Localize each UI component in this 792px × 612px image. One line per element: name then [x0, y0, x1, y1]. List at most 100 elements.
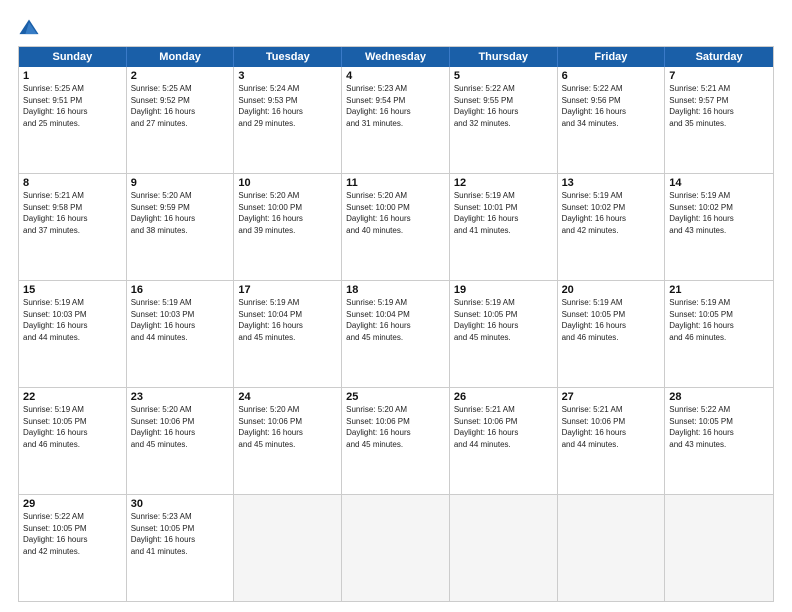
cal-cell: 22Sunrise: 5:19 AMSunset: 10:05 PMDaylig…	[19, 388, 127, 494]
cell-text: Sunrise: 5:19 AMSunset: 10:04 PMDaylight…	[346, 297, 445, 343]
day-number: 12	[454, 177, 553, 189]
cal-cell: 6Sunrise: 5:22 AMSunset: 9:56 PMDaylight…	[558, 67, 666, 173]
day-number: 28	[669, 391, 769, 403]
cal-row-5: 29Sunrise: 5:22 AMSunset: 10:05 PMDaylig…	[19, 494, 773, 601]
logo-icon	[18, 18, 40, 40]
cal-header-wednesday: Wednesday	[342, 47, 450, 67]
cell-text: Sunrise: 5:22 AMSunset: 9:55 PMDaylight:…	[454, 83, 553, 129]
calendar-header: SundayMondayTuesdayWednesdayThursdayFrid…	[19, 47, 773, 67]
cal-cell	[234, 495, 342, 601]
cal-row-2: 8Sunrise: 5:21 AMSunset: 9:58 PMDaylight…	[19, 173, 773, 280]
cal-header-friday: Friday	[558, 47, 666, 67]
page: SundayMondayTuesdayWednesdayThursdayFrid…	[0, 0, 792, 612]
cell-text: Sunrise: 5:23 AMSunset: 10:05 PMDaylight…	[131, 511, 230, 557]
calendar-body: 1Sunrise: 5:25 AMSunset: 9:51 PMDaylight…	[19, 67, 773, 601]
cal-cell: 19Sunrise: 5:19 AMSunset: 10:05 PMDaylig…	[450, 281, 558, 387]
cell-text: Sunrise: 5:20 AMSunset: 10:06 PMDaylight…	[238, 404, 337, 450]
calendar: SundayMondayTuesdayWednesdayThursdayFrid…	[18, 46, 774, 602]
header	[18, 18, 774, 40]
cal-cell: 2Sunrise: 5:25 AMSunset: 9:52 PMDaylight…	[127, 67, 235, 173]
cal-row-3: 15 Sunrise: 5:19 AMSunset: 10:03 PMDaylig…	[19, 280, 773, 387]
day-number: 25	[346, 391, 445, 403]
cell-text: Sunrise: 5:19 AMSunset: 10:05 PMDaylight…	[669, 297, 769, 343]
day-number: 9	[131, 177, 230, 189]
day-number: 30	[131, 498, 230, 510]
cal-header-monday: Monday	[127, 47, 235, 67]
cal-cell: 24Sunrise: 5:20 AMSunset: 10:06 PMDaylig…	[234, 388, 342, 494]
cal-cell: 28Sunrise: 5:22 AMSunset: 10:05 PMDaylig…	[665, 388, 773, 494]
day-number: 17	[238, 284, 337, 296]
cal-cell: 21Sunrise: 5:19 AMSunset: 10:05 PMDaylig…	[665, 281, 773, 387]
cal-cell	[665, 495, 773, 601]
day-number: 15	[23, 284, 122, 296]
cell-text: Sunrise: 5:21 AMSunset: 10:06 PMDaylight…	[562, 404, 661, 450]
day-number: 21	[669, 284, 769, 296]
cell-text: Sunrise: 5:19 AMSunset: 10:02 PMDaylight…	[669, 190, 769, 236]
cal-header-sunday: Sunday	[19, 47, 127, 67]
day-number: 19	[454, 284, 553, 296]
cell-text: Sunrise: 5:25 AMSunset: 9:52 PMDaylight:…	[131, 83, 230, 129]
cal-header-tuesday: Tuesday	[234, 47, 342, 67]
day-number: 16	[131, 284, 230, 296]
cal-cell	[450, 495, 558, 601]
day-number: 14	[669, 177, 769, 189]
cell-text: Sunrise: 5:24 AMSunset: 9:53 PMDaylight:…	[238, 83, 337, 129]
cell-text: Sunrise: 5:19 AMSunset: 10:04 PMDaylight…	[238, 297, 337, 343]
cal-cell	[342, 495, 450, 601]
cell-text: Sunrise: 5:22 AMSunset: 10:05 PMDaylight…	[669, 404, 769, 450]
cell-text: Sunrise: 5:20 AMSunset: 9:59 PMDaylight:…	[131, 190, 230, 236]
cal-cell: 26Sunrise: 5:21 AMSunset: 10:06 PMDaylig…	[450, 388, 558, 494]
day-number: 27	[562, 391, 661, 403]
cal-cell: 25Sunrise: 5:20 AMSunset: 10:06 PMDaylig…	[342, 388, 450, 494]
day-number: 3	[238, 70, 337, 82]
cal-row-1: 1Sunrise: 5:25 AMSunset: 9:51 PMDaylight…	[19, 67, 773, 173]
day-number: 11	[346, 177, 445, 189]
day-number: 20	[562, 284, 661, 296]
day-number: 2	[131, 70, 230, 82]
day-number: 22	[23, 391, 122, 403]
cal-cell: 30Sunrise: 5:23 AMSunset: 10:05 PMDaylig…	[127, 495, 235, 601]
day-number: 8	[23, 177, 122, 189]
cal-cell: 8Sunrise: 5:21 AMSunset: 9:58 PMDaylight…	[19, 174, 127, 280]
logo	[18, 18, 44, 40]
cal-cell: 20Sunrise: 5:19 AMSunset: 10:05 PMDaylig…	[558, 281, 666, 387]
day-number: 6	[562, 70, 661, 82]
cal-cell: 9Sunrise: 5:20 AMSunset: 9:59 PMDaylight…	[127, 174, 235, 280]
day-number: 18	[346, 284, 445, 296]
cal-cell: 3Sunrise: 5:24 AMSunset: 9:53 PMDaylight…	[234, 67, 342, 173]
cell-text: Sunrise: 5:19 AMSunset: 10:05 PMDaylight…	[562, 297, 661, 343]
day-number: 5	[454, 70, 553, 82]
cal-cell: 10Sunrise: 5:20 AMSunset: 10:00 PMDaylig…	[234, 174, 342, 280]
cal-cell: 11Sunrise: 5:20 AMSunset: 10:00 PMDaylig…	[342, 174, 450, 280]
cell-text: Sunrise: 5:19 AMSunset: 10:05 PMDaylight…	[454, 297, 553, 343]
cell-text: Sunrise: 5:22 AMSunset: 9:56 PMDaylight:…	[562, 83, 661, 129]
cell-text: Sunrise: 5:20 AMSunset: 10:00 PMDaylight…	[346, 190, 445, 236]
day-number: 7	[669, 70, 769, 82]
day-number: 26	[454, 391, 553, 403]
cal-cell	[558, 495, 666, 601]
cell-text: Sunrise: 5:20 AMSunset: 10:06 PMDaylight…	[346, 404, 445, 450]
day-number: 13	[562, 177, 661, 189]
day-number: 1	[23, 70, 122, 82]
day-number: 10	[238, 177, 337, 189]
cal-cell: 14Sunrise: 5:19 AMSunset: 10:02 PMDaylig…	[665, 174, 773, 280]
cal-cell: 27Sunrise: 5:21 AMSunset: 10:06 PMDaylig…	[558, 388, 666, 494]
cal-cell: 13Sunrise: 5:19 AMSunset: 10:02 PMDaylig…	[558, 174, 666, 280]
cal-cell: 16Sunrise: 5:19 AMSunset: 10:03 PMDaylig…	[127, 281, 235, 387]
day-number: 24	[238, 391, 337, 403]
cal-cell: 15Sunrise: 5:19 AMSunset: 10:03 PMDaylig…	[19, 281, 127, 387]
cell-text: Sunrise: 5:19 AMSunset: 10:02 PMDaylight…	[562, 190, 661, 236]
cal-header-thursday: Thursday	[450, 47, 558, 67]
cell-text: Sunrise: 5:19 AMSunset: 10:05 PMDaylight…	[23, 404, 122, 450]
cal-cell: 29Sunrise: 5:22 AMSunset: 10:05 PMDaylig…	[19, 495, 127, 601]
cell-text: Sunrise: 5:19 AMSunset: 10:01 PMDaylight…	[454, 190, 553, 236]
day-number: 29	[23, 498, 122, 510]
cell-text: Sunrise: 5:20 AMSunset: 10:00 PMDaylight…	[238, 190, 337, 236]
cell-text: Sunrise: 5:20 AMSunset: 10:06 PMDaylight…	[131, 404, 230, 450]
cell-text: Sunrise: 5:21 AMSunset: 9:57 PMDaylight:…	[669, 83, 769, 129]
cal-cell: 12Sunrise: 5:19 AMSunset: 10:01 PMDaylig…	[450, 174, 558, 280]
day-number: 4	[346, 70, 445, 82]
cell-text: Sunrise: 5:21 AMSunset: 10:06 PMDaylight…	[454, 404, 553, 450]
cell-text: Sunrise: 5:19 AMSunset: 10:03 PMDaylight…	[131, 297, 230, 343]
cal-cell: 17Sunrise: 5:19 AMSunset: 10:04 PMDaylig…	[234, 281, 342, 387]
